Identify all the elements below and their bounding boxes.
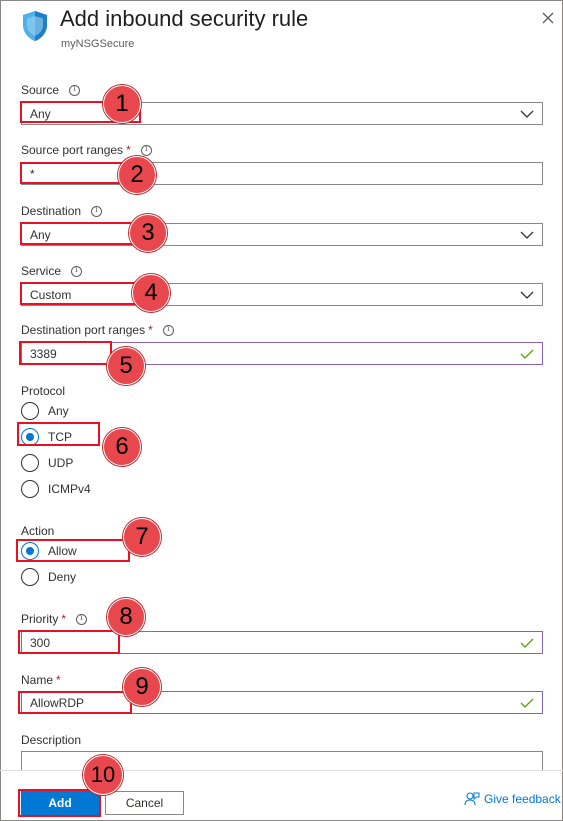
- checkmark-icon: [520, 638, 534, 648]
- radio-circle: [21, 454, 39, 472]
- annotation-box-6: [17, 422, 100, 446]
- chevron-down-icon: [520, 110, 534, 118]
- annotation-badge-8: 8: [107, 598, 145, 636]
- page-subtitle: myNSGSecure: [61, 38, 135, 50]
- chevron-down-icon: [520, 291, 534, 299]
- annotation-box-5: [19, 341, 112, 365]
- annotation-box-9: [18, 691, 132, 714]
- info-icon[interactable]: [69, 84, 81, 96]
- annotation-badge-10: 10: [83, 755, 123, 795]
- annotation-badge-6: 6: [103, 428, 141, 466]
- description-label: Description: [21, 733, 82, 747]
- annotation-box-7: [16, 539, 130, 562]
- info-icon[interactable]: [162, 324, 174, 336]
- radio-label: Deny: [48, 570, 77, 584]
- required-marker: *: [126, 143, 131, 157]
- radio-circle: [21, 402, 39, 420]
- destination-label: Destination: [21, 204, 103, 218]
- info-icon[interactable]: [71, 265, 83, 277]
- annotation-badge-3: 3: [129, 214, 167, 252]
- annotation-badge-5: 5: [107, 347, 145, 385]
- chevron-down-icon: [520, 231, 534, 239]
- annotation-box-3: [20, 222, 140, 245]
- name-label: Name *: [21, 673, 61, 687]
- annotation-badge-4: 4: [132, 274, 170, 312]
- protocol-radio-icmpv4[interactable]: ICMPv4: [21, 480, 91, 498]
- source-label: Source: [21, 83, 81, 97]
- destination-port-ranges-label: Destination port ranges *: [21, 323, 174, 337]
- action-radio-deny[interactable]: Deny: [21, 568, 76, 586]
- annotation-badge-2: 2: [118, 156, 156, 194]
- protocol-label: Protocol: [21, 384, 66, 398]
- checkmark-icon: [520, 698, 534, 708]
- give-feedback-label: Give feedback: [484, 792, 561, 806]
- annotation-box-10: [18, 789, 101, 817]
- annotation-badge-9: 9: [123, 668, 161, 706]
- priority-label: Priority *: [21, 612, 88, 626]
- shield-icon: [23, 11, 47, 41]
- give-feedback-link[interactable]: Give feedback: [464, 792, 561, 806]
- service-label: Service: [21, 264, 83, 278]
- source-port-ranges-label: Source port ranges *: [21, 143, 152, 157]
- feedback-icon: [464, 792, 480, 806]
- annotation-badge-1: 1: [103, 85, 141, 123]
- page-title: Add inbound security rule: [60, 6, 309, 31]
- protocol-radio-any[interactable]: Any: [21, 402, 69, 420]
- required-marker: *: [56, 673, 61, 687]
- radio-circle: [21, 480, 39, 498]
- annotation-box-8: [18, 630, 120, 654]
- annotation-badge-7: 7: [123, 518, 161, 556]
- radio-label: UDP: [48, 456, 74, 470]
- required-marker: *: [148, 323, 153, 337]
- action-label: Action: [21, 524, 55, 538]
- radio-circle: [21, 568, 39, 586]
- required-marker: *: [61, 612, 67, 626]
- info-icon[interactable]: [140, 144, 152, 156]
- annotation-box-4: [20, 282, 138, 305]
- checkmark-icon: [520, 349, 534, 359]
- info-icon[interactable]: [76, 613, 88, 625]
- info-icon[interactable]: [91, 205, 103, 217]
- radio-label: Any: [48, 404, 69, 418]
- protocol-radio-udp[interactable]: UDP: [21, 454, 73, 472]
- cancel-button[interactable]: Cancel: [105, 791, 184, 815]
- radio-label: ICMPv4: [48, 482, 91, 496]
- close-icon[interactable]: [540, 10, 556, 26]
